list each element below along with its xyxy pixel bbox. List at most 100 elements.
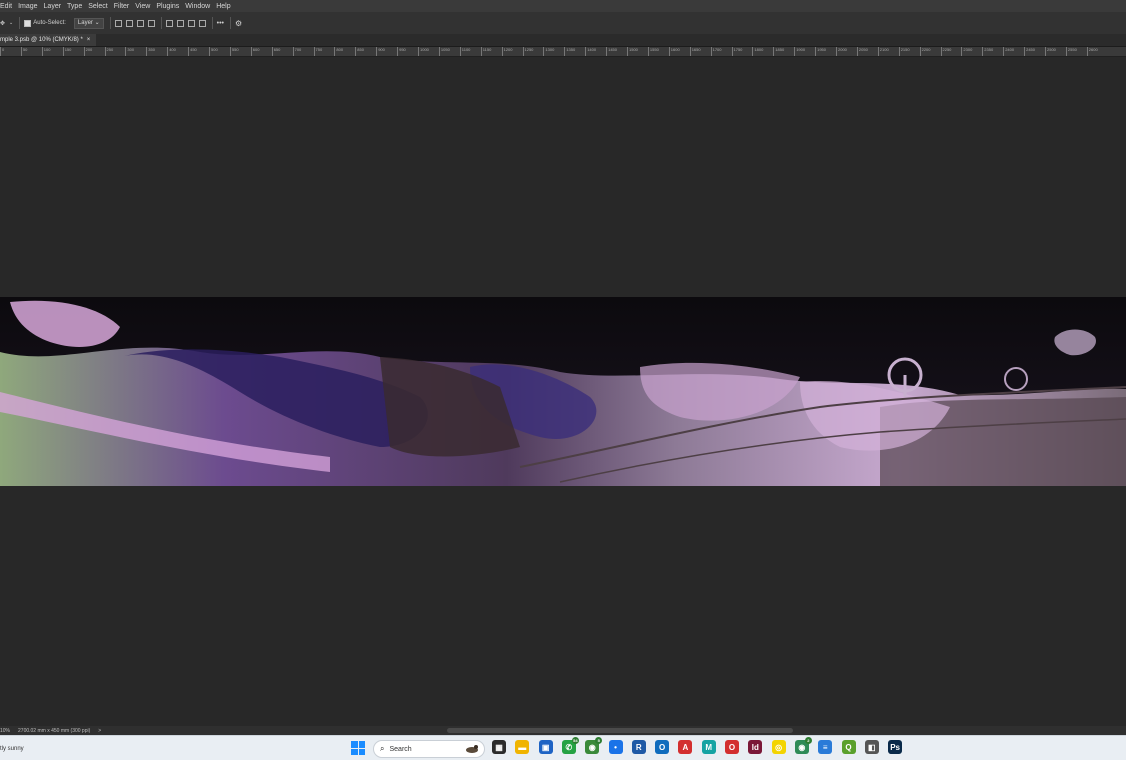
acrobat-icon[interactable]: A — [678, 740, 693, 754]
zoom-level[interactable]: 10% — [0, 728, 10, 734]
notepad-icon[interactable]: ≡ — [818, 740, 833, 754]
store-icon[interactable]: ▣ — [538, 740, 553, 754]
ruler-tick: 2050 — [856, 47, 868, 56]
align-middle-icon[interactable] — [176, 17, 184, 29]
ruler-tick: 2300 — [961, 47, 972, 56]
distribute-vertical-icon[interactable] — [198, 17, 206, 29]
menu-window[interactable]: Window — [185, 3, 210, 10]
ruler-tick: 1000 — [418, 47, 429, 56]
horizontal-scrollbar[interactable] — [447, 728, 793, 733]
align-center-icon[interactable] — [125, 17, 133, 29]
indesign-icon[interactable]: Id — [748, 740, 763, 754]
chrome-2-icon[interactable]: ◉ 2 — [794, 737, 812, 754]
menu-bar: Edit Image Layer Type Select Filter View… — [0, 0, 1126, 12]
chrome-icon[interactable]: ◉ 5 — [585, 737, 603, 754]
more-options-button[interactable]: ••• — [217, 17, 224, 29]
document-tab-title: mple 3.psb @ 10% (CMYK/8) * — [0, 37, 83, 43]
auto-select-target-value: Layer — [77, 19, 93, 26]
canvas-area[interactable] — [0, 57, 1126, 725]
search-icon: ⌕ — [380, 744, 385, 753]
app-m-icon[interactable]: M — [701, 740, 716, 754]
ruler-tick: 950 — [397, 47, 406, 56]
ruler-tick: 1250 — [522, 47, 533, 56]
ruler-tick: 1300 — [543, 47, 554, 56]
ruler-tick: 300 — [125, 47, 134, 56]
task-view-icon[interactable]: ▦ — [492, 740, 506, 754]
ruler-tick: 350 — [146, 47, 155, 56]
search-highlight-icon — [466, 745, 478, 753]
menu-select[interactable]: Select — [88, 3, 107, 10]
ruler-tick: 750 — [313, 47, 322, 56]
ruler-tick: 200 — [83, 47, 92, 56]
opera-icon[interactable]: O — [725, 740, 739, 754]
align-right-icon[interactable] — [136, 17, 144, 29]
menu-layer[interactable]: Layer — [44, 3, 62, 10]
ruler-tick: 550 — [229, 47, 239, 56]
align-bottom-icon[interactable] — [187, 17, 195, 29]
menu-view[interactable]: View — [135, 3, 150, 10]
ruler-tick: 2200 — [919, 47, 931, 56]
revit-icon[interactable]: R — [631, 740, 646, 754]
menu-image[interactable]: Image — [18, 3, 37, 10]
menu-help[interactable]: Help — [216, 3, 230, 10]
status-bar: 10% 2700.02 mm x 450 mm (300 ppi) > — [0, 726, 1126, 735]
ruler-tick: 2150 — [898, 47, 910, 56]
align-top-icon[interactable] — [165, 17, 173, 29]
ruler-tick: 1450 — [606, 47, 617, 56]
weather-text[interactable]: tly sunny — [0, 746, 24, 752]
document-tab[interactable]: mple 3.psb @ 10% (CMYK/8) * × — [0, 34, 97, 46]
menu-edit[interactable]: Edit — [0, 3, 12, 10]
menu-plugins[interactable]: Plugins — [156, 3, 179, 10]
snapchat-icon[interactable]: ◎ — [771, 740, 786, 754]
ruler-tick: 0 — [0, 47, 4, 56]
ruler-tick: 1550 — [647, 47, 659, 56]
auto-select-label: Auto-Select: — [33, 20, 66, 26]
search-placeholder: Search — [389, 745, 412, 753]
ruler-tick: 1750 — [731, 47, 742, 56]
distribute-horizontal-icon[interactable] — [147, 17, 155, 29]
horizontal-ruler[interactable]: 0 50 100 150 200 250 300 350 400 450 500 550 600 650 7… — [0, 47, 1126, 57]
divider — [19, 17, 21, 29]
close-icon[interactable]: × — [87, 34, 91, 46]
ruler-tick: 650 — [271, 47, 280, 56]
windows-start-icon[interactable] — [351, 741, 365, 755]
align-left-icon[interactable] — [114, 17, 122, 29]
auto-select-target-dropdown[interactable]: Layer ⌄ — [73, 17, 104, 29]
ruler-tick: 700 — [292, 47, 301, 56]
move-tool-icon[interactable]: ✥ — [0, 17, 5, 29]
qgis-icon[interactable]: Q — [841, 740, 856, 754]
taskbar-search[interactable]: ⌕ Search — [373, 740, 485, 758]
divider — [211, 17, 213, 29]
menu-type[interactable]: Type — [67, 3, 82, 10]
tool-preset-chevron-icon[interactable]: ⌄ — [9, 17, 13, 29]
app-blue-icon[interactable]: • — [608, 740, 623, 754]
ruler-tick: 400 — [167, 47, 176, 56]
ruler-tick: 1200 — [501, 47, 513, 56]
ruler-tick: 850 — [355, 47, 364, 56]
outlook-icon[interactable]: O — [655, 740, 670, 754]
options-bar: ✥ ⌄ Auto-Select: Layer ⌄ ••• ⚙ — [0, 12, 1126, 35]
ruler-tick: 1950 — [815, 47, 826, 56]
photoshop-icon[interactable]: Ps — [888, 740, 903, 754]
ruler-tick: 1900 — [794, 47, 805, 56]
app-gray-icon[interactable]: ◧ — [864, 740, 879, 754]
document-dimensions: 2700.02 mm x 450 mm (300 ppi) — [18, 727, 91, 734]
ruler-tick: 100 — [41, 47, 50, 56]
auto-select-checkbox[interactable]: Auto-Select: — [24, 17, 66, 29]
status-arrow[interactable]: > — [98, 728, 101, 734]
divider — [160, 17, 162, 29]
ruler-tick: 1700 — [710, 47, 722, 56]
ruler-tick: 50 — [20, 47, 27, 56]
ruler-tick: 2350 — [982, 47, 993, 56]
menu-filter[interactable]: Filter — [114, 3, 130, 10]
whatsapp-icon[interactable]: ✆ 54 — [561, 737, 579, 754]
file-explorer-icon[interactable]: ▬ — [515, 740, 530, 754]
satellite-image — [0, 297, 1126, 486]
ruler-tick: 1600 — [668, 47, 680, 56]
notification-badge: 54 — [571, 737, 579, 744]
divider — [109, 17, 111, 29]
ruler-tick: 1800 — [752, 47, 763, 56]
gear-icon[interactable]: ⚙ — [235, 17, 242, 29]
ruler-tick: 450 — [188, 47, 197, 56]
ruler-tick: 900 — [376, 47, 385, 56]
